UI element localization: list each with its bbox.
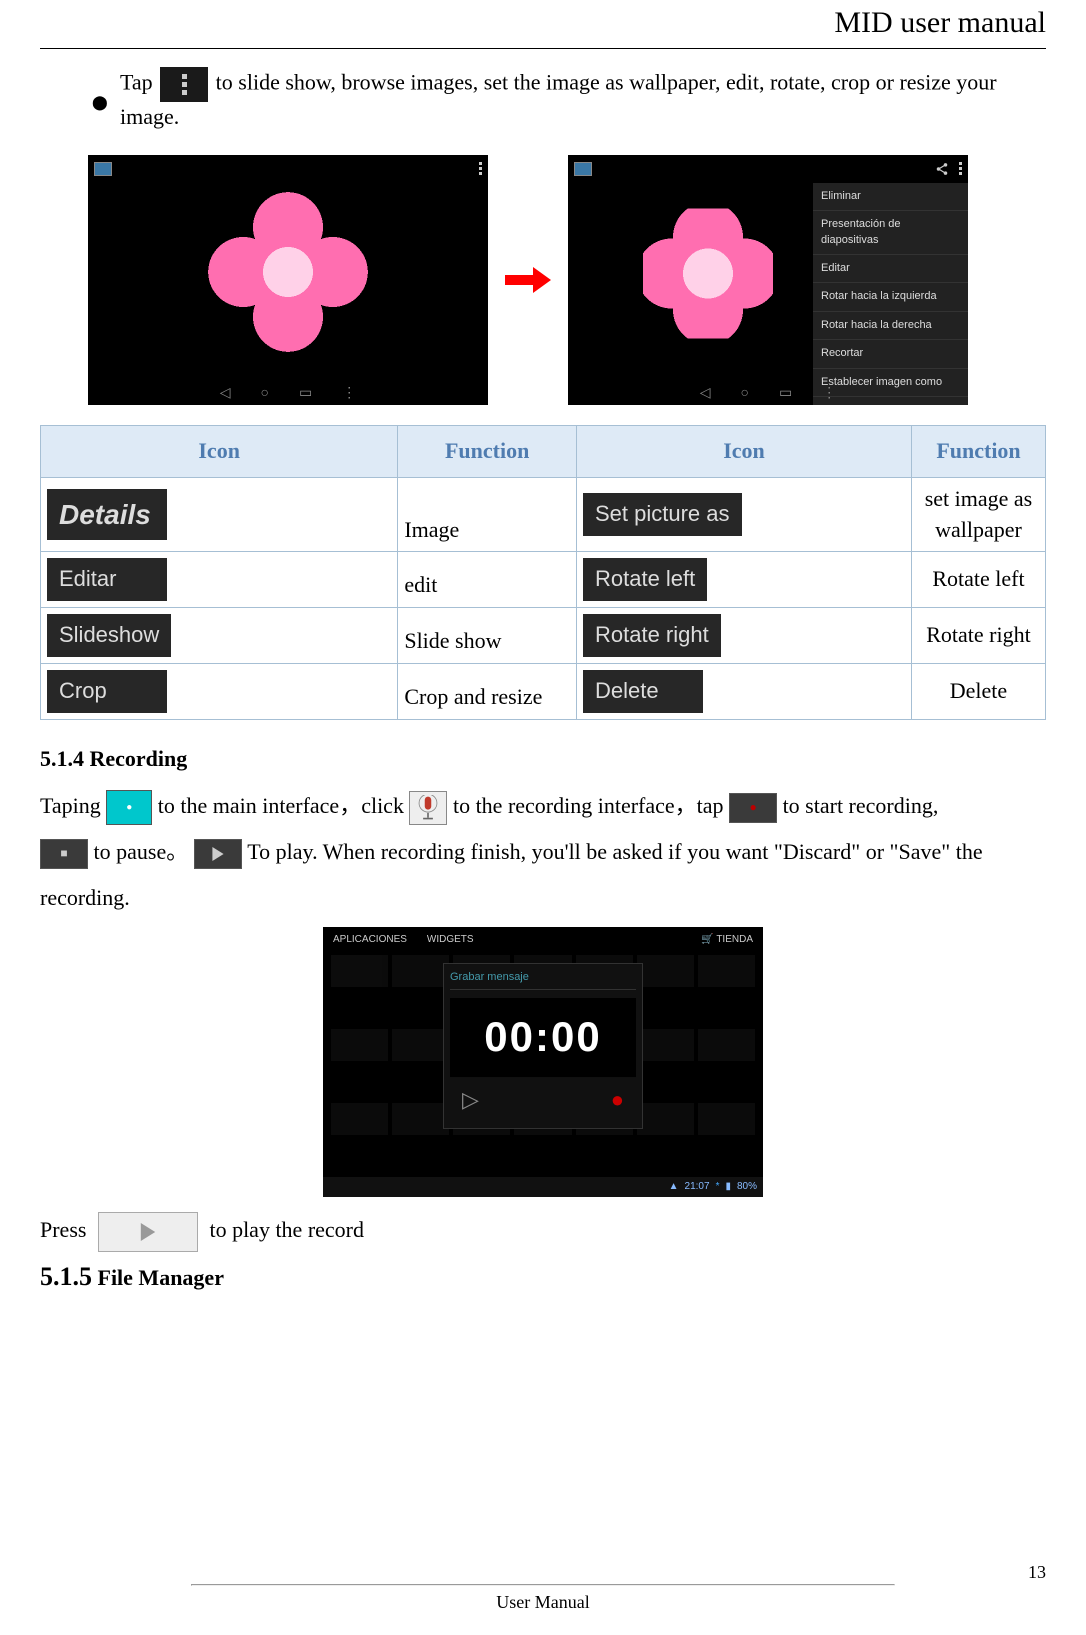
crop-chip: Crop [47, 670, 167, 713]
recording-screenshot: APLICACIONES WIDGETS 🛒 TIENDA Grabar men… [323, 927, 763, 1197]
delete-chip: Delete [583, 670, 703, 713]
th-function: Function [911, 425, 1045, 477]
nav-bar: ◁○▭⋮ [568, 381, 968, 405]
tab-apps: APLICACIONES [333, 933, 407, 947]
screenshots-row: ◁○▭⋮ Eliminar Presentación de diapositiv… [88, 155, 1046, 405]
th-icon: Icon [576, 425, 911, 477]
play-icon: ▷ [462, 1085, 479, 1116]
rotate-left-chip: Rotate left [583, 558, 707, 601]
menu-item: Eliminar [813, 183, 968, 211]
table-row: Slideshow Slide show Rotate right Rotate… [41, 608, 1046, 664]
arrow-icon [498, 265, 558, 295]
txt: to pause。 [94, 839, 189, 864]
txt: Press [40, 1217, 86, 1242]
section-filemanager-heading: 5.1.5 File Manager [40, 1259, 1046, 1295]
nav-bar: ◁○▭⋮ [88, 381, 488, 405]
txt: to the main interface，click [158, 793, 404, 818]
record-button-icon [729, 793, 777, 823]
footer-label: User Manual [496, 1592, 589, 1612]
screenshot-after: Eliminar Presentación de diapositivas Ed… [568, 155, 968, 405]
footer: 13 User Manual [40, 1584, 1046, 1615]
battery-icon: ▮ [725, 1180, 731, 1194]
txt: to the recording interface，tap [453, 793, 724, 818]
fn-cell: Rotate left [911, 552, 1045, 608]
overflow-menu-icon [160, 67, 208, 102]
stop-button-icon [40, 839, 88, 869]
fn-cell: set image as wallpaper [911, 477, 1045, 552]
editar-chip: Editar [47, 558, 167, 601]
wifi-icon: ▲ [669, 1180, 679, 1194]
share-icon [935, 162, 949, 176]
menu-item: Presentación de diapositivas [813, 211, 968, 255]
fn-cell: Crop and resize [398, 663, 577, 719]
clock: 21:07 [685, 1180, 710, 1194]
rotate-right-chip: Rotate right [583, 614, 721, 657]
fn-cell: Rotate right [911, 608, 1045, 664]
fn-cell: Delete [911, 663, 1045, 719]
bullet-icon: ⬤ [92, 94, 108, 114]
icon-function-table: Icon Function Icon Function Details Imag… [40, 425, 1046, 720]
set-picture-chip: Set picture as [583, 493, 742, 536]
play-record-button-icon [98, 1212, 198, 1252]
txt: to start recording, [783, 793, 939, 818]
menu-item: Editar [813, 255, 968, 283]
txt: Taping [40, 793, 101, 818]
bullet-post: to slide show, browse images, set the im… [120, 70, 997, 129]
details-chip: Details [47, 489, 167, 540]
recording-timer: 00:00 [450, 998, 636, 1077]
status-bar: ▲ 21:07 * ▮ 80% [323, 1177, 763, 1197]
popup-title: Grabar mensaje [450, 970, 636, 990]
header-title: MID user manual [40, 0, 1046, 48]
press-play-paragraph: Press to play the record [40, 1207, 1046, 1253]
menu-item: Rotar hacia la derecha [813, 312, 968, 340]
flower-image [208, 192, 368, 352]
section-recording-heading: 5.1.4 Recording [40, 744, 1046, 775]
overflow-icon [959, 162, 962, 175]
bullet-paragraph: ⬤ Tap to slide show, browse images, set … [40, 49, 1046, 143]
table-row: Editar edit Rotate left Rotate left [41, 552, 1046, 608]
bt-icon: * [716, 1180, 720, 1194]
menu-item: Rotar hacia la izquierda [813, 283, 968, 311]
fn-cell: Slide show [398, 608, 577, 664]
txt: to play the record [209, 1217, 364, 1242]
footer-rule [191, 1584, 895, 1586]
heading-number: 5.1.5 [40, 1262, 92, 1291]
screenshot-before: ◁○▭⋮ [88, 155, 488, 405]
recording-paragraph: Taping to the main interface，click to th… [40, 783, 1046, 922]
fn-cell: Image [398, 477, 577, 552]
slideshow-chip: Slideshow [47, 614, 171, 657]
flower-image [643, 208, 773, 338]
camera-icon [574, 162, 592, 176]
th-icon: Icon [41, 425, 398, 477]
play-button-icon [194, 839, 242, 869]
heading-text: File Manager [92, 1265, 224, 1290]
microphone-icon [409, 791, 447, 825]
recorder-app-icon [106, 790, 152, 825]
record-popup: Grabar mensaje 00:00 ▷ ● [443, 963, 643, 1129]
th-function: Function [398, 425, 577, 477]
overflow-icon [479, 162, 482, 175]
menu-item: Recortar [813, 340, 968, 368]
battery-pct: 80% [737, 1180, 757, 1194]
camera-icon [94, 162, 112, 176]
tab-store: 🛒 TIENDA [701, 933, 753, 947]
page-number: 13 [1028, 1560, 1046, 1585]
table-row: Crop Crop and resize Delete Delete [41, 663, 1046, 719]
context-menu: Eliminar Presentación de diapositivas Ed… [813, 183, 968, 405]
record-icon: ● [611, 1085, 624, 1116]
tab-widgets: WIDGETS [427, 933, 474, 947]
fn-cell: edit [398, 552, 577, 608]
table-row: Details Image Set picture as set image a… [41, 477, 1046, 552]
bullet-pre: Tap [120, 70, 153, 95]
